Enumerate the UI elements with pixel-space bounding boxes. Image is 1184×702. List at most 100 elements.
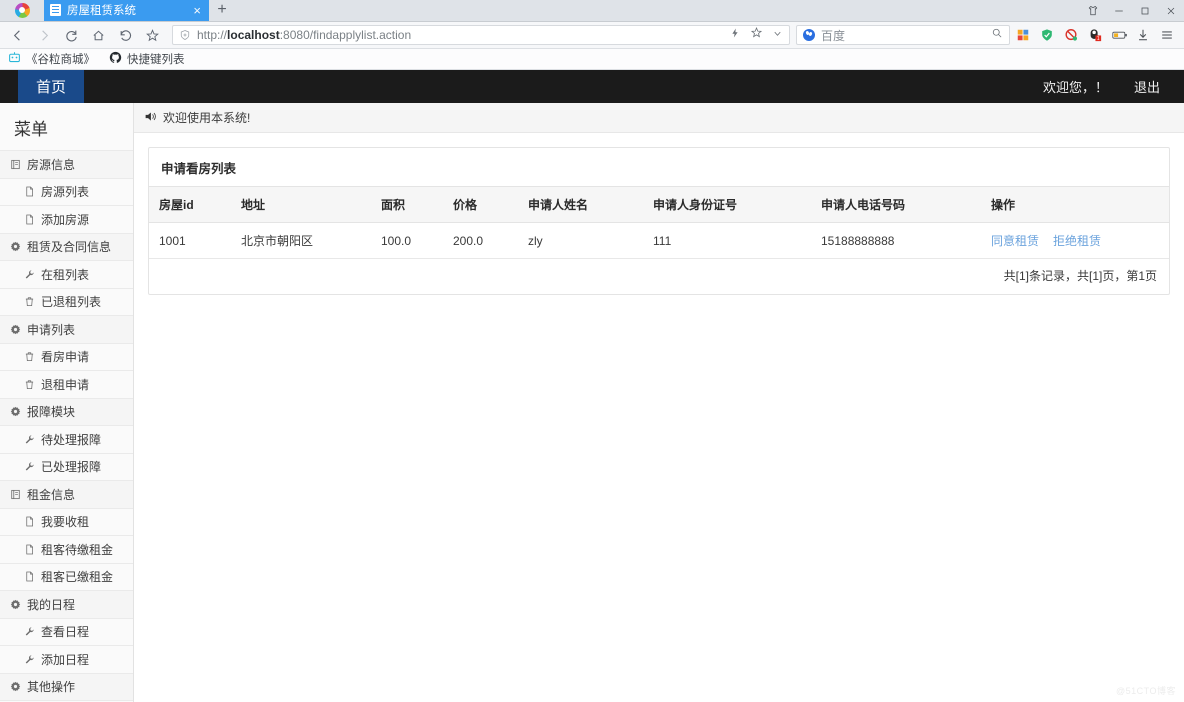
- sidebar-item-label: 其他操作: [27, 680, 76, 695]
- sidebar-item-label: 退租申请: [41, 377, 90, 392]
- book-icon: [10, 159, 21, 170]
- column-header-0: 房屋id: [149, 186, 231, 223]
- cell-area: 100.0: [371, 222, 443, 259]
- book-icon: [10, 489, 21, 500]
- navigation-bar: http://localhost:8080/findapplylist.acti…: [0, 22, 1184, 49]
- sidebar-group-12[interactable]: 租金信息: [0, 480, 133, 509]
- logout-link[interactable]: 退出: [1134, 77, 1160, 96]
- lightning-icon[interactable]: [729, 26, 741, 44]
- trash-icon: [24, 296, 35, 307]
- sidebar-item-11[interactable]: 已处理报障: [0, 452, 133, 481]
- sidebar-item-label: 我要收租: [41, 515, 90, 530]
- github-icon: [109, 51, 122, 67]
- cell-house-id: 1001: [149, 222, 231, 259]
- sidebar-item-4[interactable]: 在租列表: [0, 260, 133, 289]
- sidebar-item-14[interactable]: 租客待缴租金: [0, 535, 133, 564]
- file-icon: [24, 186, 35, 197]
- sidebar-item-5[interactable]: 已退租列表: [0, 287, 133, 316]
- adblock-icon[interactable]: [1064, 28, 1079, 43]
- bookmark-item[interactable]: 《谷粒商城》: [8, 51, 95, 67]
- sidebar-item-18[interactable]: 添加日程: [0, 645, 133, 674]
- browser-tab-active[interactable]: 房屋租赁系统 ×: [44, 0, 209, 21]
- star-icon[interactable]: [750, 26, 763, 44]
- history-icon[interactable]: [112, 22, 139, 49]
- baidu-icon: [803, 29, 815, 41]
- sidebar-item-10[interactable]: 待处理报障: [0, 425, 133, 454]
- sidebar-group-3[interactable]: 租赁及合同信息: [0, 232, 133, 261]
- welcome-text: 欢迎使用本系统!: [163, 111, 251, 125]
- sidebar-group-6[interactable]: 申请列表: [0, 315, 133, 344]
- trash-icon: [24, 379, 35, 390]
- table-body: 1001 北京市朝阳区 100.0 200.0 zly 111 15188888888 同意租…: [149, 222, 1169, 259]
- pagination-info: 共[1]条记录，共[1]页，第1页: [1003, 269, 1157, 283]
- welcome-banner: 欢迎使用本系统!: [134, 103, 1184, 133]
- minimize-icon[interactable]: [1106, 0, 1132, 22]
- sidebar-item-7[interactable]: 看房申请: [0, 342, 133, 371]
- gear-icon: [10, 681, 21, 692]
- forward-icon[interactable]: [31, 22, 58, 49]
- cell-price: 200.0: [443, 222, 518, 259]
- search-box[interactable]: 百度: [796, 25, 1010, 45]
- sidebar-item-label: 租客已缴租金: [41, 570, 114, 585]
- sidebar-item-label: 报障模块: [27, 405, 76, 420]
- reject-rent-link[interactable]: 拒绝租赁: [1053, 234, 1101, 248]
- shield-icon[interactable]: [1040, 28, 1055, 43]
- speaker-icon: [144, 110, 157, 126]
- apps-grid-icon[interactable]: [1016, 28, 1031, 43]
- sidebar-group-16[interactable]: 我的日程: [0, 590, 133, 619]
- reload-icon[interactable]: [58, 22, 85, 49]
- accept-rent-link[interactable]: 同意租赁: [991, 234, 1039, 248]
- search-icon[interactable]: [991, 26, 1003, 44]
- app-header-right: 欢迎您，！ 退出: [1043, 70, 1184, 103]
- maximize-icon[interactable]: [1132, 0, 1158, 22]
- security-shield-icon: [179, 29, 191, 41]
- column-header-3: 价格: [443, 186, 518, 223]
- battery-icon[interactable]: [1112, 28, 1127, 43]
- nav-home[interactable]: 首页: [18, 70, 85, 103]
- search-input[interactable]: 百度: [821, 27, 985, 44]
- apply-list-table: 房屋id 地址 面积 价格 申请人姓名 申请人身份证号 申请人电话号码 操作 1001 北京市朝…: [149, 186, 1169, 259]
- window-controls: [1080, 0, 1184, 22]
- cell-actions: 同意租赁 拒绝租赁: [981, 222, 1169, 259]
- sidebar-item-8[interactable]: 退租申请: [0, 370, 133, 399]
- sidebar-item-label: 我的日程: [27, 597, 76, 612]
- sidebar-group-9[interactable]: 报障模块: [0, 397, 133, 426]
- bookmark-label: 快捷键列表: [127, 54, 185, 66]
- new-tab-button[interactable]: +: [209, 0, 235, 21]
- close-icon[interactable]: ×: [191, 4, 203, 17]
- sidebar-item-13[interactable]: 我要收租: [0, 507, 133, 536]
- sidebar-group-19[interactable]: 其他操作: [0, 672, 133, 701]
- wrench-icon: [24, 269, 35, 280]
- browser-logo: [0, 0, 44, 21]
- gear-icon: [10, 599, 21, 610]
- skin-icon[interactable]: [1080, 0, 1106, 22]
- sidebar-title: 菜单: [14, 120, 48, 139]
- svg-text:1: 1: [1097, 35, 1100, 41]
- back-icon[interactable]: [4, 22, 31, 49]
- chevron-down-icon[interactable]: [772, 26, 783, 44]
- address-bar[interactable]: http://localhost:8080/findapplylist.acti…: [172, 25, 790, 45]
- sidebar-item-label: 添加房源: [41, 212, 90, 227]
- favorite-icon[interactable]: [139, 22, 166, 49]
- column-header-6: 申请人电话号码: [811, 186, 981, 223]
- sidebar-item-label: 查看日程: [41, 625, 90, 640]
- sidebar-item-2[interactable]: 添加房源: [0, 205, 133, 234]
- main-content: 欢迎使用本系统! 申请看房列表 房屋id 地址 面积 价格 申请人姓名 申请人身份证号 申请…: [134, 103, 1184, 702]
- bookmark-item[interactable]: 快捷键列表: [109, 51, 185, 67]
- sidebar-item-label: 待处理报障: [41, 432, 102, 447]
- sidebar-item-17[interactable]: 查看日程: [0, 617, 133, 646]
- welcome-user: 欢迎您，！: [1042, 80, 1108, 95]
- mouse-gesture-icon[interactable]: 1: [1088, 28, 1103, 43]
- url-text: http://localhost:8080/findapplylist.acti…: [197, 28, 412, 42]
- home-icon[interactable]: [85, 22, 112, 49]
- wrench-icon: [24, 654, 35, 665]
- window-close-icon[interactable]: [1158, 0, 1184, 22]
- download-icon[interactable]: [1136, 28, 1151, 43]
- gear-icon: [10, 324, 21, 335]
- sidebar-group-0[interactable]: 房源信息: [0, 150, 133, 179]
- sidebar-item-label: 已处理报障: [41, 460, 102, 475]
- sidebar-item-1[interactable]: 房源列表: [0, 177, 133, 206]
- sidebar-item-15[interactable]: 租客已缴租金: [0, 562, 133, 591]
- menu-icon[interactable]: [1160, 28, 1175, 43]
- bookmark-site-icon: [8, 51, 21, 67]
